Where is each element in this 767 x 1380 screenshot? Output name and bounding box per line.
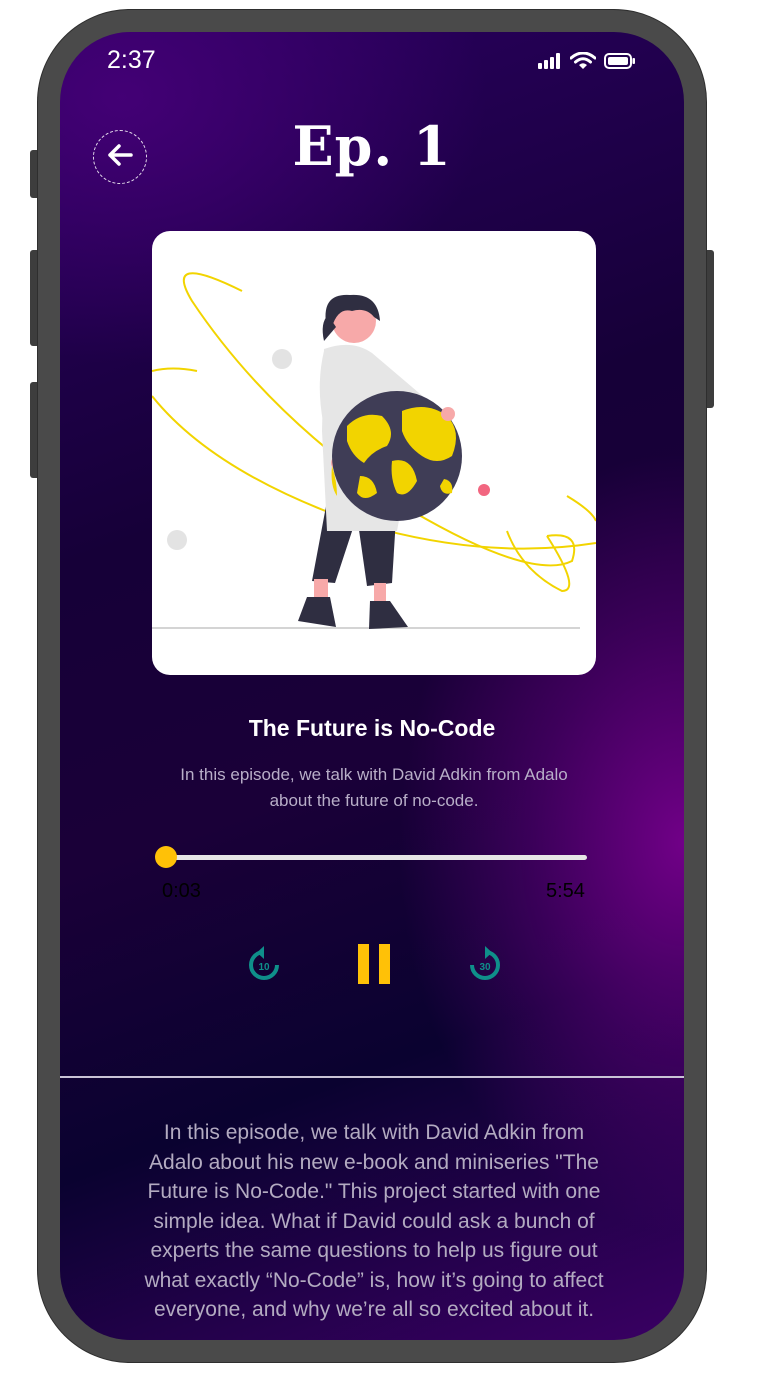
elapsed-time: 0:03 xyxy=(162,880,201,902)
battery-icon xyxy=(604,53,636,74)
episode-description: In this episode, we talk with David Adki… xyxy=(144,1121,604,1321)
forward-seconds-label: 30 xyxy=(479,962,491,973)
person-with-globe-illustration xyxy=(152,272,596,629)
fast-forward-icon: 30 xyxy=(465,944,505,989)
app-screen: 2:37 Ep. 1 The Future is No-Code In this… xyxy=(60,32,684,1340)
pause-button[interactable] xyxy=(352,942,396,990)
rewind-icon: 10 xyxy=(244,944,284,989)
status-time: 2:37 xyxy=(107,46,156,74)
pause-icon xyxy=(356,943,392,990)
total-time: 5:54 xyxy=(546,880,585,902)
progress-track[interactable] xyxy=(166,855,587,860)
page-title: Ep. 1 xyxy=(292,114,452,178)
phone-frame: 2:37 Ep. 1 The Future is No-Code In this… xyxy=(38,10,706,1362)
rewind-10-button[interactable]: 10 xyxy=(242,944,286,988)
rewind-seconds-label: 10 xyxy=(258,962,270,973)
signal-icon xyxy=(538,53,562,74)
episode-artwork xyxy=(152,231,596,675)
forward-30-button[interactable]: 30 xyxy=(463,944,507,988)
progress-knob[interactable] xyxy=(155,846,177,868)
status-icons xyxy=(538,51,636,75)
divider xyxy=(60,1076,684,1078)
wifi-icon xyxy=(569,51,597,75)
episode-title: The Future is No-Code xyxy=(248,715,496,741)
status-bar: 2:37 xyxy=(60,32,684,92)
episode-subtitle: In this episode, we talk with David Adki… xyxy=(180,765,568,810)
